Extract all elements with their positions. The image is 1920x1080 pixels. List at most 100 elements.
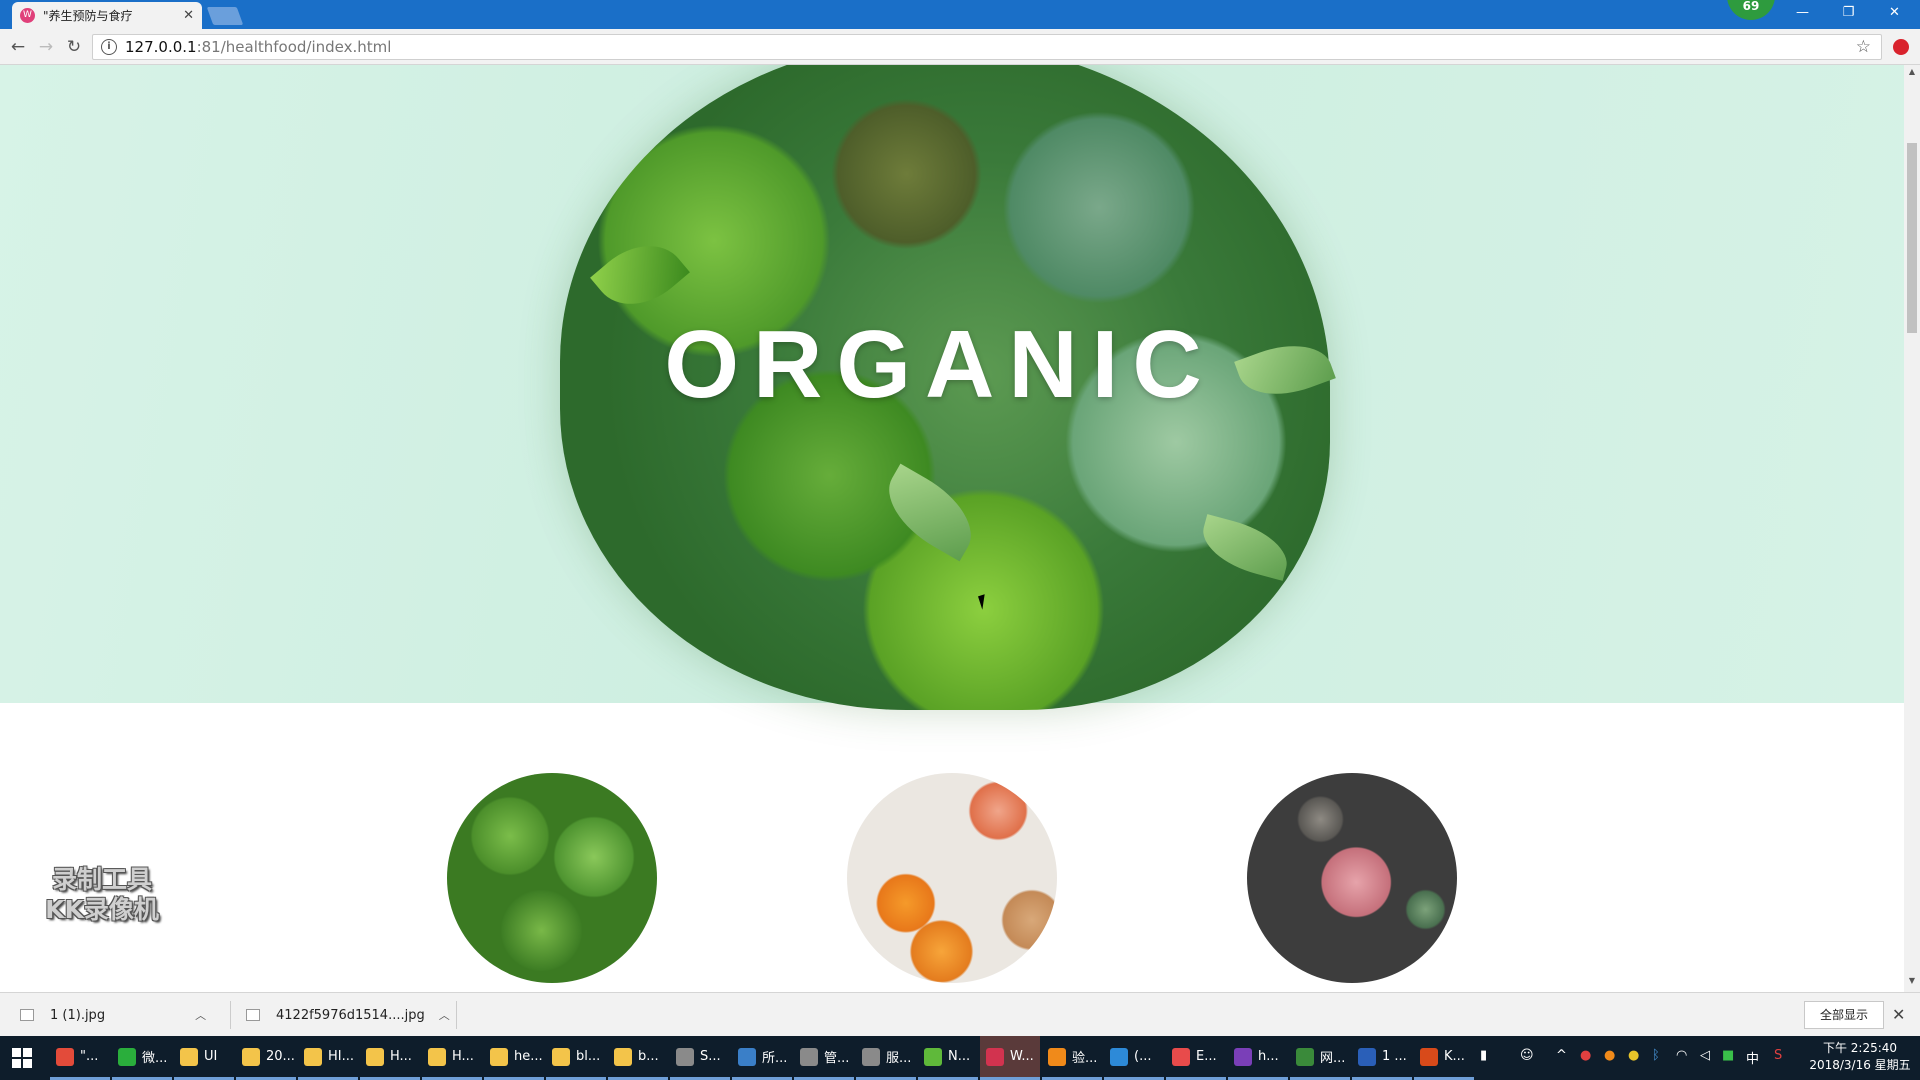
taskbar-app-button[interactable]: b... [608,1036,668,1080]
chevron-up-icon[interactable]: ︿ [439,1007,450,1023]
app-icon [1296,1047,1314,1066]
app-icon [242,1047,260,1066]
taskbar-app-button[interactable]: K... [1414,1036,1474,1080]
show-all-button[interactable]: 全部显示 [1804,1001,1884,1029]
browser-title-bar: W "养生预防与食疗 ✕ 69 — ❐ ✕ [0,0,1920,29]
taskbar-app-button[interactable]: 所... [732,1036,792,1080]
system-clock[interactable]: 下午 2:25:40 2018/3/16 星期五 [1808,1040,1912,1074]
sogou-icon[interactable]: S [1774,1048,1782,1063]
hero-banner: ORGANIC [0,65,1904,710]
taskbar-app-label: 服... [886,1051,912,1066]
taskbar-app-button[interactable]: bl... [546,1036,606,1080]
extension-icon[interactable] [1893,39,1909,55]
download-item[interactable]: 4122f5976d1514....jpg ︿ [246,999,450,1031]
address-bar[interactable]: i 127.0.0.1:81/healthfood/index.html ☆ [92,34,1882,60]
taskbar-app-button[interactable]: UI [174,1036,234,1080]
app-icon [1110,1047,1128,1066]
app-icon [1234,1047,1252,1066]
download-shelf: 1 (1).jpg ︿ 4122f5976d1514....jpg ︿ 全部显示… [0,992,1920,1036]
download-item[interactable]: 1 (1).jpg ︿ [20,999,206,1031]
windows-start-icon[interactable] [12,1048,32,1068]
profile-badge[interactable]: 69 [1727,0,1775,20]
taskbar-app-button[interactable]: "... [50,1036,110,1080]
image-file-icon [246,1009,260,1021]
minimize-icon[interactable]: — [1780,0,1825,28]
taskbar-app-button[interactable]: (... [1104,1036,1164,1080]
tab-close-icon[interactable]: ✕ [183,8,194,23]
meat-image[interactable] [1247,773,1457,983]
taskbar-app-button[interactable]: N... [918,1036,978,1080]
restore-icon[interactable]: ❐ [1826,0,1871,28]
app-icon [1420,1047,1438,1066]
divider [230,1001,231,1029]
taskbar-app-button[interactable]: H... [422,1036,482,1080]
taskbar-app-button[interactable]: S... [670,1036,730,1080]
taskbar-app-button[interactable]: 1 ... [1352,1036,1412,1080]
taskbar-app-button[interactable]: 网... [1290,1036,1350,1080]
app-icon [180,1047,198,1066]
taskbar-app-label: H... [390,1049,412,1064]
app-tray-icon[interactable]: ● [1628,1048,1639,1063]
battery-icon[interactable]: ▮ [1480,1048,1487,1063]
taskbar-app-label: UI [204,1049,218,1064]
clock-time: 下午 2:25:40 [1822,1041,1898,1055]
wifi-icon[interactable]: ◠ [1676,1048,1687,1063]
taskbar-app-label: "... [80,1049,99,1064]
recorder-watermark: 录制工具 KK录像机 [32,865,172,925]
scroll-thumb[interactable] [1907,143,1917,333]
taskbar-app-button[interactable]: E... [1166,1036,1226,1080]
back-arrow-icon[interactable]: ← [6,35,30,59]
new-tab-button[interactable] [206,7,244,25]
taskbar-app-button[interactable]: 20... [236,1036,296,1080]
taskbar-app-label: 20... [266,1049,295,1064]
ime-indicator[interactable]: 中 [1746,1048,1759,1067]
taskbar-app-button[interactable]: 管... [794,1036,854,1080]
browser-tab[interactable]: W "养生预防与食疗 ✕ [12,2,202,29]
taskbar-app-label: 1 ... [1382,1049,1407,1064]
taskbar-app-button[interactable]: 微... [112,1036,172,1080]
app-icon [738,1047,756,1066]
taskbar-app-label: bl... [576,1049,601,1064]
download-filename: 4122f5976d1514....jpg [276,1007,425,1023]
taskbar-app-label: (... [1134,1049,1152,1064]
bluetooth-icon[interactable]: ᛒ [1652,1048,1660,1063]
chevron-up-icon[interactable]: ︿ [195,1007,206,1023]
taskbar-app-label: N... [948,1049,971,1064]
bookmark-star-icon[interactable]: ☆ [1856,37,1871,57]
scroll-up-icon[interactable]: ▲ [1904,67,1920,81]
app-icon [676,1047,694,1066]
url-host: 127.0.0.1 [125,38,197,56]
taskbar-app-button[interactable]: 验... [1042,1036,1102,1080]
chevron-up-icon[interactable]: ^ [1556,1048,1567,1063]
taskbar-app-button[interactable]: h... [1228,1036,1288,1080]
volume-icon[interactable]: ◁ [1700,1048,1710,1063]
taskbar-app-button[interactable]: 服... [856,1036,916,1080]
taskbar-app-button[interactable]: H... [360,1036,420,1080]
antivirus-icon[interactable]: ● [1580,1048,1591,1063]
oranges-image[interactable] [847,773,1057,983]
app-icon [614,1047,632,1066]
taskbar-app-button[interactable]: he... [484,1036,544,1080]
scroll-down-icon[interactable]: ▼ [1904,976,1920,990]
taskbar-app-label: 所... [762,1051,788,1066]
taskbar-app-label: 管... [824,1051,850,1066]
taskbar-app-button[interactable]: W... [980,1036,1040,1080]
windows-taskbar: "... 微... UI 20... HI... H... H... he... bl... b.… [0,1036,1920,1080]
page-scrollbar[interactable]: ▲ ▼ [1904,65,1920,992]
taskbar-app-label: W... [1010,1049,1034,1064]
clock-date: 2018/3/16 星期五 [1809,1058,1911,1072]
taskbar-app-button[interactable]: HI... [298,1036,358,1080]
app-tray-icon[interactable]: ● [1604,1048,1615,1063]
people-icon[interactable]: ☺ [1520,1048,1534,1063]
info-icon[interactable]: i [101,39,117,55]
close-shelf-icon[interactable]: ✕ [1892,1005,1905,1024]
forward-arrow-icon[interactable]: → [34,35,58,59]
taskbar-app-label: 微... [142,1051,168,1066]
app-tray-icon[interactable]: ■ [1722,1048,1734,1063]
taskbar-app-label: E... [1196,1049,1217,1064]
app-icon [1172,1047,1190,1066]
spinach-image[interactable] [447,773,657,983]
reload-icon[interactable]: ↻ [62,35,86,59]
app-icon [986,1047,1004,1066]
close-window-icon[interactable]: ✕ [1872,0,1917,28]
